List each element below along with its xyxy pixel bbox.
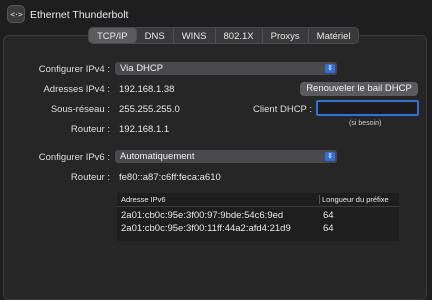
tab-bar: TCP/IP DNS WINS 802.1X Proxys Matériel [88, 27, 360, 44]
ipv6-router-value: fe80::a87:c6ff:feca:a610 [119, 172, 221, 183]
column-divider [319, 195, 320, 204]
ipv6-address-table[interactable]: Adresse IPv6 Longueur du préfixe 2a01:cb… [117, 193, 399, 241]
column-header-prefix-length[interactable]: Longueur du préfixe [322, 193, 389, 206]
tab-dns[interactable]: DNS [137, 28, 174, 43]
ipv6-router-label: Routeur : [70, 172, 110, 183]
configure-ipv6-value: Automatiquement [120, 151, 195, 162]
table-row-1-prefix: 64 [323, 210, 334, 221]
chevron-updown-icon: ⇕ [325, 64, 335, 73]
window-title: Ethernet Thunderbolt [30, 9, 129, 21]
ipv4-address-value: 192.168.1.38 [119, 84, 175, 95]
configure-ipv4-value: Via DHCP [120, 63, 164, 74]
configure-ipv4-label: Configurer IPv4 : [38, 64, 110, 75]
tab-materiel[interactable]: Matériel [309, 28, 359, 43]
ipv4-router-value: 192.168.1.1 [119, 124, 170, 135]
tab-8021x[interactable]: 802.1X [216, 28, 263, 43]
title-bar: <·> Ethernet Thunderbolt [0, 0, 432, 30]
subnet-label: Sous-réseau : [50, 104, 110, 115]
renew-dhcp-lease-button[interactable]: Renouveler le bail DHCP [300, 82, 418, 96]
column-header-ipv6-address[interactable]: Adresse IPv6 [121, 193, 166, 206]
tab-proxys[interactable]: Proxys [263, 28, 309, 43]
table-row-2-address: 2a01:cb0c:95e:3f00:11ff:44a2:afd4:21d9 [121, 223, 291, 234]
ipv4-address-label: Adresses IPv4 : [43, 84, 110, 95]
table-row-2-prefix: 64 [323, 223, 334, 234]
tab-wins[interactable]: WINS [174, 28, 216, 43]
ipv4-router-label: Routeur : [70, 124, 110, 135]
chevron-updown-icon: ⇕ [325, 152, 335, 161]
dhcp-client-label: Client DHCP : [253, 104, 312, 115]
table-row-1-address: 2a01:cb0c:95e:3f00:97:9bde:54c6:9ed [121, 210, 284, 221]
tab-tcpip[interactable]: TCP/IP [89, 28, 137, 43]
configure-ipv4-popup[interactable]: Via DHCP ⇕ [115, 62, 337, 75]
network-arrows-icon: <·> [7, 5, 25, 23]
dhcp-client-input[interactable] [316, 100, 419, 116]
configure-ipv6-popup[interactable]: Automatiquement ⇕ [115, 150, 337, 163]
dhcp-client-hint: (si besoin) [349, 120, 382, 127]
configure-ipv6-label: Configurer IPv6 : [38, 152, 110, 163]
header-divider [117, 206, 399, 207]
subnet-value: 255.255.255.0 [119, 104, 180, 115]
